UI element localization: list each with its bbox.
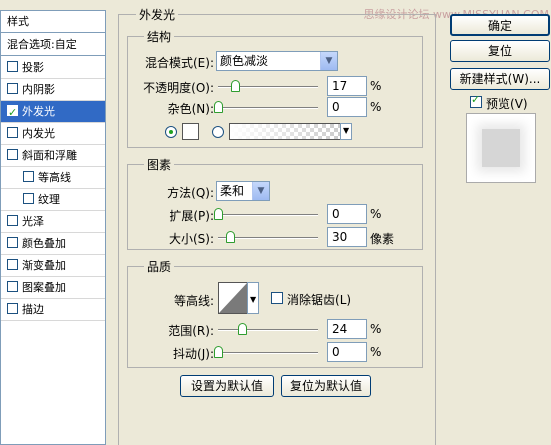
opacity-input[interactable]: 17 (327, 76, 367, 96)
preview-swatch (482, 129, 520, 167)
satin-checkbox[interactable] (7, 215, 18, 226)
make-default-button[interactable]: 设置为默认值 (180, 375, 274, 397)
contour-curve-icon (219, 283, 247, 313)
opacity-label: 不透明度(O): (143, 81, 214, 95)
sidebar-item-contour[interactable]: 等高线 (1, 167, 105, 189)
size-label: 大小(S): (168, 232, 214, 246)
quality-title: 品质 (144, 258, 175, 275)
technique-select[interactable]: 柔和 ▼ (216, 181, 270, 201)
spread-input[interactable]: 0 (327, 204, 367, 224)
sidebar-item-blending-options[interactable]: 混合选项:自定 (1, 34, 105, 56)
new-style-button[interactable]: 新建样式(W)... (450, 68, 550, 90)
sidebar-item-satin[interactable]: 光泽 (1, 211, 105, 233)
range-slider-track[interactable] (218, 329, 318, 331)
sidebar-item-color-overlay[interactable]: 颜色叠加 (1, 233, 105, 255)
ok-button[interactable]: 确定 (450, 14, 550, 36)
style-list-sidebar: 样式 混合选项:自定 投影 内阴影 外发光 内发光 斜面和浮雕 等高线 纹理 光… (0, 10, 106, 445)
noise-label: 杂色(N): (167, 102, 214, 116)
noise-input[interactable]: 0 (327, 97, 367, 117)
inner-glow-checkbox[interactable] (7, 127, 18, 138)
sidebar-item-texture[interactable]: 纹理 (1, 189, 105, 211)
noise-slider-thumb[interactable] (214, 101, 223, 113)
sidebar-item-inner-glow[interactable]: 内发光 (1, 123, 105, 145)
jitter-slider-thumb[interactable] (214, 346, 223, 358)
spread-slider-thumb[interactable] (214, 208, 223, 220)
range-label: 范围(R): (168, 324, 214, 338)
contour-preview[interactable] (218, 282, 248, 314)
sidebar-item-gradient-overlay[interactable]: 渐变叠加 (1, 255, 105, 277)
anti-aliased-label: 消除锯齿(L) (287, 293, 352, 307)
sidebar-item-inner-shadow[interactable]: 内阴影 (1, 79, 105, 101)
opacity-percent: % (370, 79, 382, 93)
sidebar-item-outer-glow[interactable]: 外发光 (1, 101, 105, 124)
contour-dropdown[interactable]: ▼ (247, 282, 259, 314)
range-slider-thumb[interactable] (238, 323, 247, 335)
stroke-checkbox[interactable] (7, 303, 18, 314)
outer-glow-title: 外发光 (136, 6, 179, 23)
anti-aliased-checkbox[interactable] (271, 292, 283, 304)
range-input[interactable]: 24 (327, 319, 367, 339)
chevron-down-icon: ▼ (320, 52, 337, 70)
elements-title: 图素 (144, 156, 175, 173)
structure-title: 结构 (144, 28, 175, 45)
chevron-down-icon: ▼ (250, 295, 257, 304)
chevron-down-icon: ▼ (343, 126, 350, 135)
jitter-input[interactable]: 0 (327, 342, 367, 362)
noise-percent: % (370, 100, 382, 114)
sidebar-header-styles[interactable]: 样式 (1, 11, 105, 33)
gradient-overlay-checkbox[interactable] (7, 259, 18, 270)
blend-mode-select[interactable]: 颜色减淡 ▼ (216, 51, 338, 71)
sidebar-item-bevel-emboss[interactable]: 斜面和浮雕 (1, 145, 105, 167)
sidebar-item-pattern-overlay[interactable]: 图案叠加 (1, 277, 105, 299)
drop-shadow-checkbox[interactable] (7, 61, 18, 72)
color-overlay-checkbox[interactable] (7, 237, 18, 248)
glow-color-swatch[interactable] (182, 123, 199, 140)
chevron-down-icon: ▼ (252, 182, 269, 200)
spread-percent: % (370, 207, 382, 221)
sidebar-item-drop-shadow[interactable]: 投影 (1, 57, 105, 79)
pattern-overlay-checkbox[interactable] (7, 281, 18, 292)
noise-slider-track[interactable] (218, 107, 318, 109)
size-unit-pixels: 像素 (370, 232, 395, 246)
glow-gradient-swatch[interactable] (229, 123, 341, 140)
opacity-slider-thumb[interactable] (231, 80, 240, 92)
sidebar-item-stroke[interactable]: 描边 (1, 299, 105, 321)
jitter-label: 抖动(J): (173, 347, 214, 361)
preview-label: 预览(V) (486, 97, 528, 111)
size-slider-thumb[interactable] (226, 231, 235, 243)
contour-label: 等高线: (173, 294, 214, 308)
technique-label: 方法(Q): (167, 186, 214, 200)
jitter-percent: % (370, 345, 382, 359)
inner-shadow-checkbox[interactable] (7, 83, 18, 94)
preview-checkbox[interactable] (470, 93, 482, 108)
bevel-emboss-checkbox[interactable] (7, 149, 18, 160)
outer-glow-checkbox[interactable] (7, 102, 18, 124)
gradient-radio[interactable] (212, 126, 224, 138)
gradient-dropdown[interactable]: ▼ (340, 123, 352, 140)
spread-label: 扩展(P): (169, 209, 214, 223)
size-input[interactable]: 30 (327, 227, 367, 247)
reset-button[interactable]: 复位 (450, 40, 550, 62)
range-percent: % (370, 322, 382, 336)
blend-mode-label: 混合模式(E): (144, 56, 214, 70)
jitter-slider-track[interactable] (218, 352, 318, 354)
contour-checkbox[interactable] (23, 171, 34, 182)
spread-slider-track[interactable] (218, 214, 318, 216)
texture-checkbox[interactable] (23, 193, 34, 204)
style-preview-box (466, 113, 536, 183)
reset-default-button[interactable]: 复位为默认值 (281, 375, 371, 397)
solid-color-radio[interactable] (165, 126, 177, 138)
